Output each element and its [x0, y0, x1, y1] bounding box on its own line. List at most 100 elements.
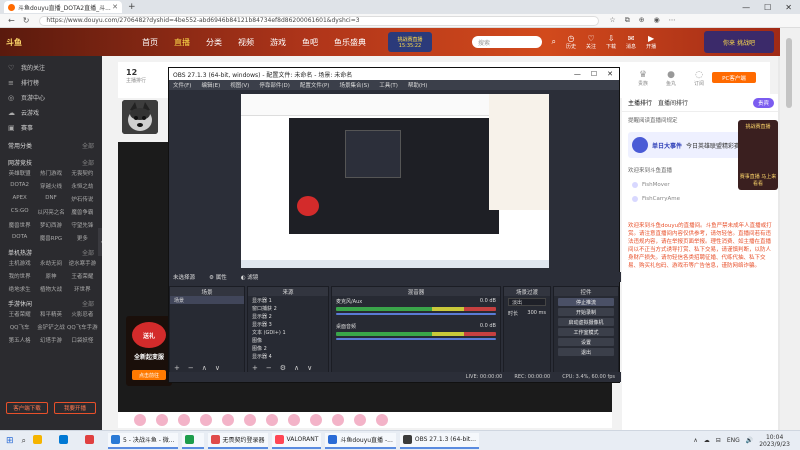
taskbar-open-app[interactable] [181, 432, 204, 449]
search-input[interactable]: 搜索 ⌕ [472, 36, 556, 48]
category-link[interactable]: 幻塔手游 [35, 336, 66, 344]
transition-select[interactable]: 淡出 [508, 298, 546, 306]
taskbar-open-app[interactable]: 斗鱼douyu直播 -... [325, 432, 396, 449]
source-list-item[interactable]: 显示器 1 [248, 296, 328, 304]
stop-streaming-button[interactable]: 停止推流 [558, 298, 614, 306]
obs-minimize-button[interactable]: — [574, 70, 581, 78]
menu-file[interactable]: 文件(F) [173, 81, 191, 89]
source-list-item[interactable]: 图像 2 [248, 344, 328, 352]
back-arrow-icon[interactable]: ← [8, 16, 15, 25]
category-link[interactable]: 我的世界 [4, 272, 35, 280]
gift-item-icon[interactable] [178, 414, 190, 426]
menu-scene-collection[interactable]: 场景集合(S) [339, 81, 369, 89]
move-down-icon[interactable]: ∨ [215, 364, 220, 372]
category-link[interactable]: 口袋妖怪 [67, 336, 98, 344]
category-link[interactable]: DNF [35, 195, 66, 203]
header-promo-banner[interactable]: 挑战赛直播 15:35:22 [388, 32, 432, 52]
category-link[interactable]: 逆水寒手游 [67, 259, 98, 267]
menu-help[interactable]: 帮助(H) [408, 81, 427, 89]
source-list-item[interactable]: 文本 (GDI+) 1 [248, 328, 328, 336]
gift-item-icon[interactable] [288, 414, 300, 426]
tray-overflow-icon[interactable]: ∧ [693, 437, 697, 444]
menu-edit[interactable]: 编辑(E) [201, 81, 220, 89]
sidebar-item-follow[interactable]: ♡ 我的关注 [0, 60, 102, 75]
maximize-button[interactable]: ☐ [764, 3, 771, 12]
taskbar-open-app[interactable]: 无畏契约登录器 [207, 432, 268, 449]
category-link[interactable]: 和平精英 [35, 310, 66, 318]
category-link[interactable]: QQ飞车手游 [67, 323, 98, 331]
start-recording-button[interactable]: 开始录制 [558, 308, 614, 316]
follow-button[interactable]: ♡ 关注 [586, 34, 596, 50]
start-streaming-button[interactable]: 我要开播 [54, 402, 96, 414]
properties-button[interactable]: ⚙ 属性 [209, 273, 227, 281]
avatar[interactable] [122, 100, 158, 134]
volume-icon[interactable]: 🔊 [746, 437, 753, 444]
section-more-link[interactable]: 全部 [82, 141, 94, 150]
collections-icon[interactable]: ⧉ [625, 16, 630, 25]
extensions-icon[interactable]: ⊕ [639, 16, 645, 25]
start-virtual-camera-button[interactable]: 启动虚拟摄像机 [558, 318, 614, 326]
taskbar-pinned-app[interactable] [82, 433, 104, 449]
gift-item-icon[interactable] [332, 414, 344, 426]
nav-games[interactable]: 游戏 [270, 37, 286, 48]
remove-source-icon[interactable]: − [266, 364, 272, 372]
source-list-item[interactable]: 显示器 3 [248, 320, 328, 328]
gift-item-icon[interactable] [244, 414, 256, 426]
nav-category[interactable]: 分类 [206, 37, 222, 48]
star-icon[interactable]: ☆ [609, 16, 615, 25]
category-link[interactable]: 魔兽RPG [35, 234, 66, 242]
chat-user-row[interactable]: FishCarryAme [622, 192, 778, 206]
scrollbar-thumb[interactable] [786, 38, 792, 108]
gift-item-icon[interactable] [222, 414, 234, 426]
browser-tab[interactable]: 斗鱼douyu直播_DOTA2直播_斗... ✕ [4, 1, 122, 13]
menu-dots-icon[interactable]: ⋯ [669, 16, 676, 25]
menu-docks[interactable]: 停靠部件(D) [259, 81, 290, 89]
section-more-link[interactable]: 全部 [82, 158, 94, 167]
source-list-item[interactable]: 窗口捕获 2 [248, 304, 328, 312]
nav-video[interactable]: 视频 [238, 37, 254, 48]
sidebar-item-cloudgame[interactable]: ☁ 云游戏 [0, 105, 102, 120]
download-button[interactable]: ⇩ 下载 [606, 34, 616, 50]
gift-item-icon[interactable] [156, 414, 168, 426]
category-link[interactable]: 永劫无间 [35, 259, 66, 267]
nav-live[interactable]: 直播 [174, 37, 190, 48]
category-link[interactable]: 热门游戏 [35, 169, 66, 177]
fishball-button[interactable]: ● 鱼丸 [666, 70, 676, 87]
settings-button[interactable]: 设置 [558, 338, 614, 346]
refresh-icon[interactable]: ↻ [23, 16, 30, 25]
category-link[interactable]: 王者荣耀 [67, 272, 98, 280]
category-link[interactable]: APEX [4, 195, 35, 203]
promo-ad-card[interactable]: 送礼 全新起变服 点击前往 [126, 316, 172, 386]
scene-list-item[interactable]: 场景 [170, 296, 244, 304]
category-link[interactable]: 英雄联盟 [4, 169, 35, 177]
noble-button[interactable]: ♛ 贵族 [638, 70, 648, 87]
section-more-link[interactable]: 全部 [82, 299, 94, 308]
section-more-link[interactable]: 全部 [82, 248, 94, 257]
remove-scene-icon[interactable]: − [188, 364, 194, 372]
category-link[interactable]: CS:GO [4, 208, 35, 216]
category-link[interactable]: 绝地求生 [4, 285, 35, 293]
category-link[interactable]: 金铲铲之战 [35, 323, 66, 331]
category-link[interactable]: 植物大战 [35, 285, 66, 293]
subscribe-button[interactable]: ◌ 订阅 [694, 70, 704, 87]
volume-slider[interactable] [336, 313, 496, 315]
menu-tools[interactable]: 工具(T) [379, 81, 398, 89]
taskbar-pinned-app[interactable] [30, 433, 52, 449]
tab-anchor-rank[interactable]: 主播排行 [628, 98, 652, 107]
nav-fishbar[interactable]: 鱼吧 [302, 37, 318, 48]
pc-client-button[interactable]: PC客户端 [712, 72, 756, 83]
network-icon[interactable]: ⊟ [716, 437, 721, 444]
category-link[interactable]: 环世界 [67, 285, 98, 293]
category-link[interactable]: 无畏契约 [67, 169, 98, 177]
new-tab-button[interactable]: + [128, 2, 136, 12]
volume-slider[interactable] [336, 338, 496, 340]
category-link[interactable]: QQ飞车 [4, 323, 35, 331]
url-field[interactable]: https://www.douyu.com/2706482?dyshid=4be… [39, 15, 600, 26]
source-settings-icon[interactable]: ⚙ [280, 364, 286, 372]
obs-maximize-button[interactable]: ☐ [591, 70, 597, 78]
sidebar-item-events[interactable]: ▣ 赛事 [0, 120, 102, 135]
source-list-item[interactable]: 显示器 2 [248, 312, 328, 320]
category-link[interactable]: 永恒之劫 [67, 182, 98, 190]
category-link[interactable]: 主机游戏 [4, 259, 35, 267]
move-up-icon[interactable]: ∧ [294, 364, 299, 372]
